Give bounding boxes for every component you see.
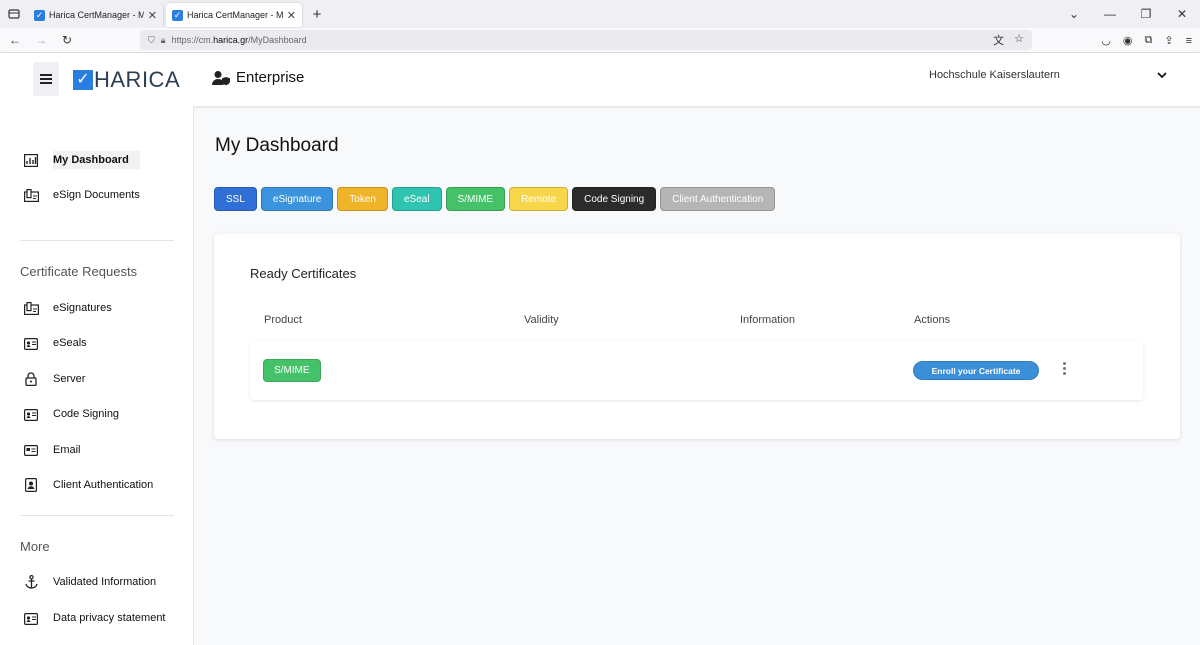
- sidebar-item-my-dashboard[interactable]: My Dashboard: [23, 151, 140, 169]
- hamburger-menu-icon[interactable]: [33, 62, 59, 96]
- minimize-icon[interactable]: —: [1092, 7, 1128, 21]
- share-icon[interactable]: ⇪: [1164, 34, 1173, 47]
- sidebar-item-data-privacy-statement[interactable]: Data privacy statement: [23, 610, 166, 626]
- section-certificate-requests: Certificate Requests: [20, 264, 138, 279]
- email-card-icon: [23, 442, 39, 458]
- lock-icon[interactable]: 🔒︎: [161, 35, 166, 46]
- restore-icon[interactable]: ❐: [1128, 7, 1164, 21]
- forward-icon[interactable]: →: [30, 33, 52, 47]
- new-tab-icon[interactable]: +: [306, 6, 328, 23]
- user-shield-icon: [212, 70, 230, 85]
- close-window-icon[interactable]: ✕: [1164, 7, 1200, 21]
- back-icon[interactable]: ←: [4, 33, 26, 47]
- sidebar-item-esignatures[interactable]: eSignatures: [23, 300, 112, 316]
- filter-s-mime[interactable]: S/MIME: [445, 187, 506, 211]
- tab-list-icon[interactable]: [0, 0, 28, 28]
- harica-favicon-icon: ✓: [172, 9, 183, 21]
- sidebar-item-client-authentication[interactable]: Client Authentication: [23, 477, 153, 493]
- sidebar-item-eseals[interactable]: eSeals: [23, 335, 87, 351]
- sidebar-divider: [20, 240, 174, 241]
- browser-tab-title: Harica CertManager - My Dashb: [49, 10, 144, 20]
- chevron-down-icon[interactable]: [1157, 68, 1167, 82]
- account-icon[interactable]: ◉: [1123, 34, 1133, 47]
- column-header-validity: Validity: [524, 314, 559, 326]
- organization-name[interactable]: Hochschule Kaiserslautern: [929, 69, 1060, 81]
- signature-icon: [23, 300, 39, 316]
- sidebar-item-email[interactable]: Email: [23, 442, 81, 458]
- close-tab-icon[interactable]: ✕: [287, 9, 296, 22]
- browser-tab-2[interactable]: ✓ Harica CertManager - My Dashb ✕: [166, 3, 302, 27]
- enterprise-text: Enterprise: [236, 69, 305, 86]
- page-title: My Dashboard: [215, 135, 339, 156]
- lock-icon: [23, 371, 39, 387]
- extensions-icon[interactable]: ⧉: [1145, 34, 1153, 47]
- enroll-certificate-button[interactable]: Enroll your Certificate: [913, 361, 1039, 380]
- shield-icon[interactable]: ⛉: [148, 35, 155, 46]
- filter-client-authentication[interactable]: Client Authentication: [660, 187, 776, 211]
- harica-logo[interactable]: ✓ HARICA: [73, 67, 180, 93]
- filter-eseal[interactable]: eSeal: [391, 187, 442, 211]
- menu-icon[interactable]: ≡: [1186, 35, 1192, 47]
- tab-overflow-chevron-icon[interactable]: ⌄: [1056, 7, 1092, 21]
- app-header: ✓ HARICA Enterprise Hochschule Kaisersla…: [0, 53, 1200, 106]
- sidebar: My Dashboard eSign Documents Certificate…: [0, 106, 194, 645]
- sidebar-divider: [20, 515, 174, 516]
- anchor-icon: [23, 574, 39, 590]
- bookmark-star-icon[interactable]: ☆: [1014, 32, 1024, 48]
- pocket-icon[interactable]: ◡: [1101, 34, 1111, 47]
- column-header-information: Information: [740, 314, 796, 326]
- client-badge-icon: [23, 477, 39, 493]
- sidebar-item-code-signing[interactable]: Code Signing: [23, 406, 119, 422]
- close-tab-icon[interactable]: ✕: [148, 9, 157, 22]
- browser-tab-bar: ✓ Harica CertManager - My Dashb ✕ ✓ Hari…: [0, 0, 1200, 28]
- filter-token[interactable]: Token: [337, 187, 388, 211]
- column-header-product: Product: [264, 314, 302, 326]
- browser-nav-bar: ← → ↻ ⛉ 🔒︎ https://cm.harica.gr/MyDashbo…: [0, 28, 1200, 53]
- browser-tab-title: Harica CertManager - My Dashb: [187, 10, 283, 20]
- reload-icon[interactable]: ↻: [56, 33, 78, 47]
- filter-code-signing[interactable]: Code Signing: [572, 187, 657, 211]
- seal-icon: [23, 335, 39, 351]
- product-badge: S/MIME: [263, 359, 321, 382]
- dashboard-icon: [23, 152, 39, 168]
- filter-remote[interactable]: Remote: [509, 187, 569, 211]
- privacy-card-icon: [23, 610, 39, 626]
- window-controls: ⌄ — ❐ ✕: [1056, 0, 1200, 28]
- sidebar-item-server[interactable]: Server: [23, 371, 85, 387]
- ready-certificates-card: Ready Certificates Product Validity Info…: [214, 234, 1180, 439]
- sidebar-item-validated-information[interactable]: Validated Information: [23, 574, 156, 590]
- document-sign-icon: [23, 187, 39, 203]
- filter-ssl[interactable]: SSL: [214, 187, 257, 211]
- card-title: Ready Certificates: [250, 266, 357, 281]
- translate-icon[interactable]: 文: [993, 32, 1004, 48]
- logo-check-icon: ✓: [73, 70, 93, 90]
- logo-text: HARICA: [94, 67, 181, 92]
- section-more: More: [20, 539, 50, 554]
- certificate-type-filters: SSL eSignature Token eSeal S/MIME Remote Code …: [214, 187, 776, 211]
- url-text: https://cm.harica.gr/MyDashboard: [171, 35, 307, 45]
- browser-tab-1[interactable]: ✓ Harica CertManager - My Dashb ✕: [28, 3, 164, 27]
- more-options-icon[interactable]: [1063, 362, 1067, 377]
- enterprise-label: Enterprise: [212, 69, 304, 86]
- url-bar[interactable]: ⛉ 🔒︎ https://cm.harica.gr/MyDashboard 文 …: [140, 30, 1032, 50]
- table-row: S/MIME Enroll your Certificate: [250, 341, 1143, 400]
- code-card-icon: [23, 406, 39, 422]
- filter-esignature[interactable]: eSignature: [260, 187, 334, 211]
- harica-favicon-icon: ✓: [34, 9, 45, 21]
- toolbar-icons: ◡ ◉ ⧉ ⇪ ≡: [1101, 28, 1192, 53]
- column-header-actions: Actions: [914, 314, 951, 326]
- sidebar-item-esign-documents[interactable]: eSign Documents: [23, 187, 140, 203]
